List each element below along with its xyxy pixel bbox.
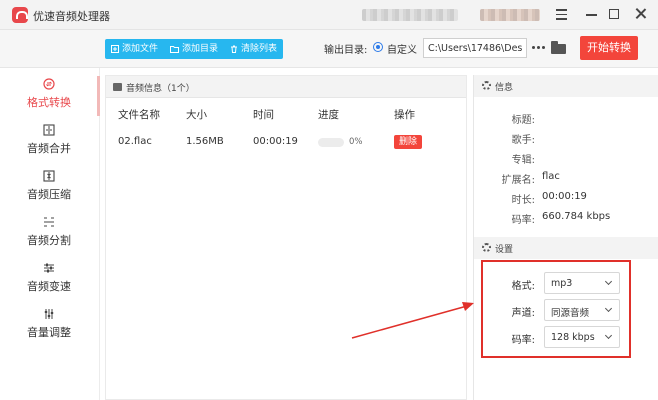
sidebar-item-compress[interactable]: 音频压缩	[0, 166, 98, 210]
file-duration: 00:00:19	[253, 136, 298, 147]
file-size: 1.56MB	[186, 136, 224, 147]
trash-icon	[231, 45, 238, 53]
info-value: flac	[542, 171, 560, 182]
info-row-extension: 扩展名: flac	[474, 171, 658, 186]
folder-icon	[170, 46, 180, 53]
delete-button[interactable]: 删除	[394, 135, 422, 149]
sidebar: 格式转换 音频合并 音频压缩 音频分割 音频变速 音量调整	[0, 68, 100, 400]
maximize-icon[interactable]	[606, 5, 624, 23]
column-header: 文件名称	[118, 109, 160, 121]
sidebar-item-format-convert[interactable]: 格式转换	[0, 74, 100, 118]
more-options-icon[interactable]	[531, 41, 547, 53]
sidebar-item-label: 音量调整	[27, 326, 71, 339]
info-row-bitrate: 码率: 660.784 kbps	[474, 211, 658, 226]
output-dir-label: 输出目录:	[324, 45, 368, 56]
close-icon[interactable]	[632, 5, 650, 23]
add-dir-button[interactable]: 添加目录	[164, 39, 224, 59]
merge-icon	[43, 124, 55, 136]
settings-header: 设置	[474, 237, 658, 259]
column-header: 大小	[186, 109, 207, 121]
file-actions-group: 添加文件 添加目录 清除列表	[105, 39, 284, 59]
sidebar-item-speed[interactable]: 音频变速	[0, 258, 98, 302]
info-key: 歌手:	[511, 135, 535, 146]
info-row-title: 标题:	[474, 111, 658, 126]
settings-title: 设置	[495, 245, 514, 255]
speed-icon	[44, 263, 54, 273]
sidebar-item-label: 音频变速	[27, 280, 71, 293]
column-header: 操作	[394, 109, 415, 121]
toolbar: 添加文件 添加目录 清除列表 输出目录: 自定义 开始转换	[0, 30, 658, 68]
blurred-user-avatar	[480, 9, 540, 21]
start-convert-button[interactable]: 开始转换	[580, 36, 638, 60]
open-folder-icon[interactable]	[551, 41, 567, 54]
compress-icon	[43, 170, 55, 182]
info-key: 码率:	[511, 215, 535, 226]
info-row-duration: 时长: 00:00:19	[474, 191, 658, 206]
file-list-title: 音频信息（1个）	[126, 84, 195, 94]
add-file-label: 添加文件	[122, 44, 159, 54]
progress-bar	[318, 138, 344, 147]
add-file-icon	[111, 45, 119, 53]
sidebar-item-label: 音频分割	[27, 234, 71, 247]
info-value: 00:00:19	[542, 191, 587, 202]
info-title: 信息	[495, 83, 514, 93]
image-icon	[113, 83, 122, 91]
add-dir-label: 添加目录	[182, 44, 219, 54]
add-file-button[interactable]: 添加文件	[105, 39, 164, 59]
info-key: 扩展名:	[501, 175, 535, 186]
custom-radio-label: 自定义	[387, 45, 417, 56]
info-header: 信息	[474, 75, 658, 97]
column-header: 时间	[253, 109, 274, 121]
info-key: 标题:	[511, 115, 535, 126]
info-key: 时长:	[511, 195, 535, 206]
format-convert-icon	[43, 78, 55, 90]
minimize-icon[interactable]	[583, 5, 601, 23]
settings-highlight-box	[481, 260, 631, 358]
title-bar: 优速音频处理器	[0, 0, 658, 30]
progress-text: 0%	[349, 137, 363, 147]
info-value: 660.784 kbps	[542, 211, 611, 222]
app-logo-icon	[12, 7, 28, 23]
table-header: 文件名称 大小 时间 进度 操作	[106, 106, 466, 126]
clear-list-button[interactable]: 清除列表	[224, 39, 283, 59]
column-header: 进度	[318, 109, 339, 121]
info-key: 专辑:	[511, 155, 535, 166]
file-list-panel: 音频信息（1个） 文件名称 大小 时间 进度 操作 02.flac 1.56MB…	[105, 75, 467, 400]
sidebar-item-label: 音频合并	[27, 142, 71, 155]
gear-icon	[482, 243, 491, 252]
sidebar-item-label: 格式转换	[27, 96, 71, 109]
table-row[interactable]: 02.flac 1.56MB 00:00:19 0% 删除	[106, 132, 466, 154]
blurred-account-info	[362, 9, 458, 21]
sidebar-item-split[interactable]: 音频分割	[0, 212, 98, 256]
info-row-artist: 歌手:	[474, 131, 658, 146]
split-icon	[44, 217, 54, 227]
file-list-header: 音频信息（1个）	[106, 76, 466, 98]
info-row-album: 专辑:	[474, 151, 658, 166]
volume-icon	[44, 309, 54, 319]
output-path-input[interactable]	[423, 38, 527, 58]
menu-icon[interactable]	[553, 5, 571, 23]
custom-radio[interactable]	[373, 42, 383, 52]
gear-icon	[482, 81, 491, 90]
app-title: 优速音频处理器	[33, 10, 110, 23]
clear-list-label: 清除列表	[241, 44, 278, 54]
sidebar-item-volume[interactable]: 音量调整	[0, 304, 98, 348]
sidebar-item-merge[interactable]: 音频合并	[0, 120, 98, 164]
file-name: 02.flac	[118, 136, 152, 147]
sidebar-item-label: 音频压缩	[27, 188, 71, 201]
